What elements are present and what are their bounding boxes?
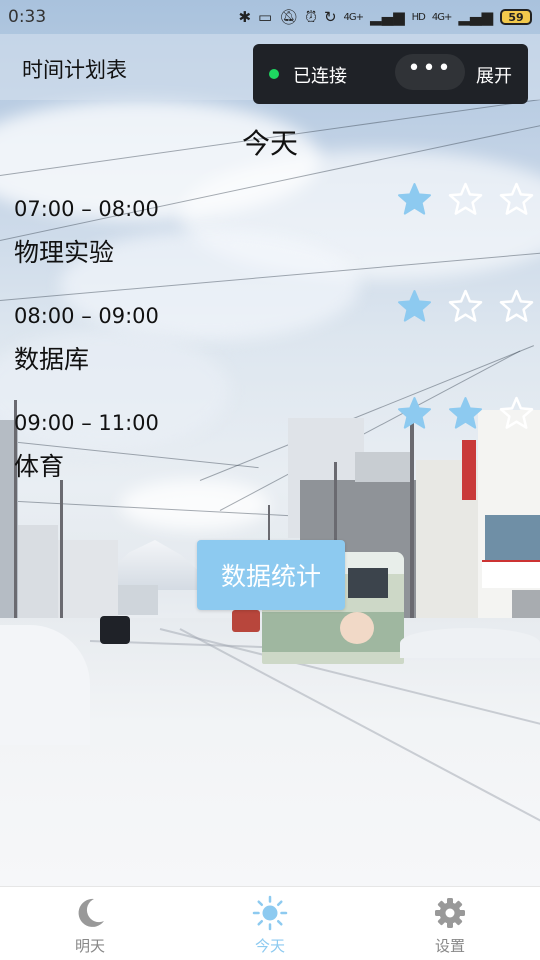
schedule-time: 07:00 – 08:00 bbox=[14, 197, 159, 221]
star-filled-icon[interactable] bbox=[397, 396, 432, 431]
tab-settings[interactable]: 设置 bbox=[360, 887, 540, 960]
signal-icon: ▂▄▆ bbox=[458, 8, 493, 26]
schedule-item[interactable]: 08:00 – 09:00 数据库 bbox=[14, 289, 534, 394]
sun-icon bbox=[252, 895, 288, 931]
star-empty-icon[interactable] bbox=[499, 182, 534, 217]
hd-badge: HD bbox=[411, 11, 426, 23]
vibrate-icon: ▭ bbox=[258, 8, 273, 26]
status-time: 0:33 bbox=[8, 7, 47, 27]
rating-stars[interactable] bbox=[397, 289, 534, 324]
connection-capsule: 已连接 ••• 展开 bbox=[253, 44, 528, 104]
page-title: 今天 bbox=[241, 127, 298, 160]
signal-icon: ▂▄▆ bbox=[370, 8, 405, 26]
battery-indicator: 59 bbox=[500, 9, 532, 25]
star-filled-icon[interactable] bbox=[397, 182, 432, 217]
schedule-time: 08:00 – 09:00 bbox=[14, 304, 159, 328]
star-empty-icon[interactable] bbox=[499, 289, 534, 324]
data-sync-icon: ↻ bbox=[323, 8, 337, 26]
star-filled-icon[interactable] bbox=[397, 289, 432, 324]
connection-status: 已连接 bbox=[293, 66, 347, 87]
mute-bell-icon: 🔕︎ bbox=[279, 8, 299, 26]
tab-label: 今天 bbox=[254, 937, 285, 955]
alarm-icon: ⏰︎ bbox=[305, 8, 317, 26]
star-empty-icon[interactable] bbox=[448, 289, 483, 324]
star-empty-icon[interactable] bbox=[499, 396, 534, 431]
app-title: 时间计划表 bbox=[22, 58, 127, 82]
rating-stars[interactable] bbox=[397, 182, 534, 217]
schedule-item[interactable]: 09:00 – 11:00 体育 bbox=[14, 396, 534, 501]
tab-label: 设置 bbox=[434, 937, 465, 955]
schedule-name: 数据库 bbox=[14, 345, 90, 374]
rating-stars[interactable] bbox=[397, 396, 534, 431]
star-filled-icon[interactable] bbox=[448, 396, 483, 431]
data-stats-button[interactable]: 数据统计 bbox=[197, 540, 345, 610]
tab-today[interactable]: 今天 bbox=[180, 887, 360, 960]
gear-icon bbox=[435, 898, 465, 928]
expand-button[interactable]: 展开 bbox=[476, 62, 512, 88]
network-type-1: 4G+ bbox=[343, 11, 364, 23]
schedule-name: 体育 bbox=[14, 452, 65, 481]
tab-label: 明天 bbox=[74, 937, 105, 955]
more-menu-button[interactable]: ••• bbox=[395, 54, 465, 90]
schedule-name: 物理实验 bbox=[14, 238, 115, 267]
network-type-2: 4G+ bbox=[431, 11, 452, 23]
bottom-tab-bar: 明天 今天 设置 bbox=[0, 886, 540, 960]
status-bar: 0:33 ✱ ▭ 🔕︎ ⏰︎ ↻ 4G+ ▂▄▆ HD 4G+ ▂▄▆ 59 bbox=[0, 0, 540, 34]
bluetooth-icon: ✱ bbox=[238, 8, 252, 26]
status-icons: ✱ ▭ 🔕︎ ⏰︎ ↻ 4G+ ▂▄▆ HD 4G+ ▂▄▆ 59 bbox=[238, 8, 532, 26]
schedule-item[interactable]: 07:00 – 08:00 物理实验 bbox=[14, 182, 534, 287]
schedule-time: 09:00 – 11:00 bbox=[14, 411, 159, 435]
moon-icon bbox=[78, 898, 104, 927]
star-empty-icon[interactable] bbox=[448, 182, 483, 217]
tab-tomorrow[interactable]: 明天 bbox=[0, 887, 180, 960]
connected-dot-icon bbox=[269, 69, 279, 79]
